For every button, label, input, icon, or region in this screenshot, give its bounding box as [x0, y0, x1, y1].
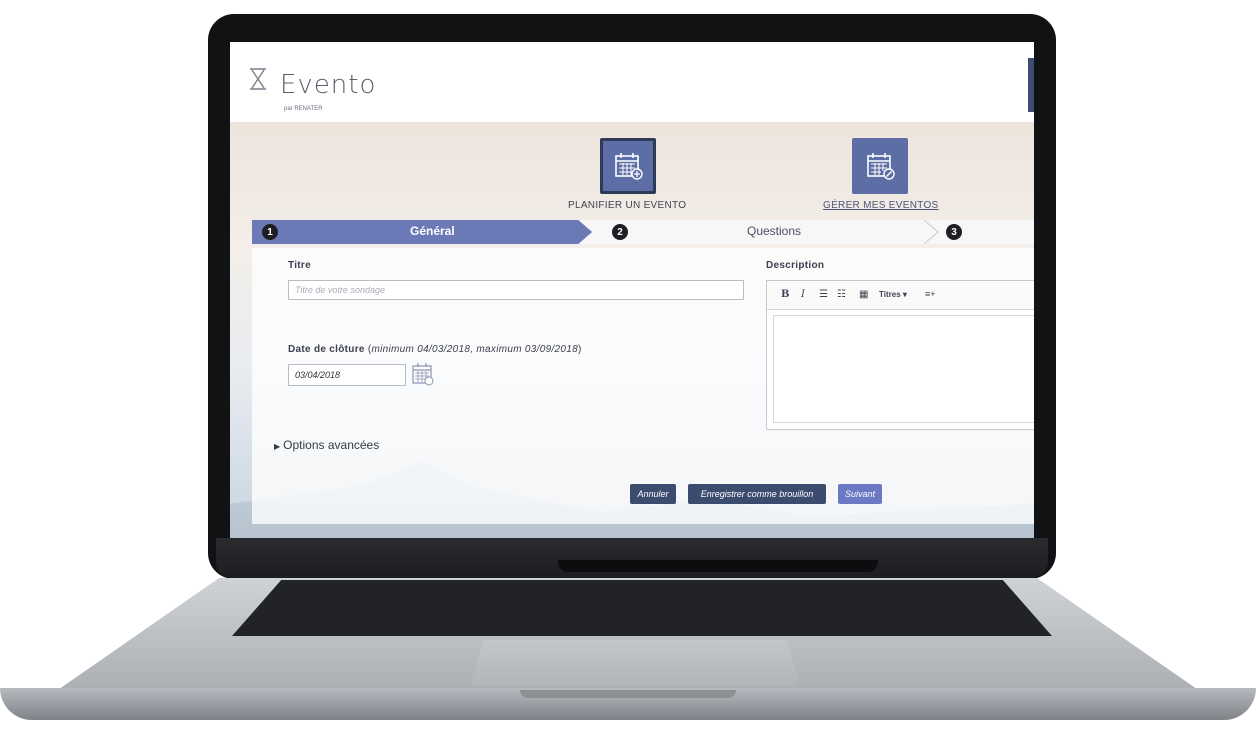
- key-row: [232, 612, 1052, 624]
- screen: Evento par RENATER PLANIFIER UN EVENTO G…: [230, 42, 1034, 538]
- table-icon[interactable]: ▦: [859, 289, 868, 300]
- calendar-plus-icon: [615, 153, 643, 180]
- plan-evento-card[interactable]: [600, 138, 656, 194]
- laptop-notch: [558, 560, 878, 572]
- closing-date-label-text: Date de clôture: [288, 344, 365, 355]
- header-accent-bar: [1028, 58, 1034, 112]
- title-input[interactable]: [288, 280, 744, 300]
- step-1-label[interactable]: Général: [410, 224, 455, 238]
- closing-date-label: Date de clôture (minimum 04/03/2018, max…: [288, 344, 582, 355]
- next-button[interactable]: Suivant: [838, 484, 882, 504]
- wizard-steps: 1 Général 2 Questions 3: [252, 220, 1034, 244]
- step-3-number: 3: [946, 224, 962, 240]
- trackpad: [470, 640, 800, 686]
- key-row: [232, 598, 1052, 610]
- cancel-button[interactable]: Annuler: [630, 484, 676, 504]
- plan-evento-label[interactable]: PLANIFIER UN EVENTO: [568, 200, 686, 211]
- step-separator: [923, 220, 939, 244]
- laptop-hinge: [216, 538, 1048, 578]
- italic-button[interactable]: I: [801, 289, 805, 300]
- editor-toolbar: B I ☰ ☷ ▦ Titres ▾ ≡+: [767, 281, 1034, 310]
- calendar-edit-icon: [867, 153, 895, 180]
- advanced-options-toggle[interactable]: ▶ Options avancées: [274, 438, 379, 452]
- closing-date-input[interactable]: [288, 364, 406, 386]
- manage-eventos-link[interactable]: GÉRER MES EVENTOS: [823, 200, 939, 211]
- closing-date-hint-close: ): [577, 344, 582, 355]
- hero-background: PLANIFIER UN EVENTO GÉRER MES EVENTOS 1 …: [230, 122, 1034, 538]
- description-label-text: Description: [766, 260, 825, 271]
- description-editor: B I ☰ ☷ ▦ Titres ▾ ≡+: [766, 280, 1034, 430]
- laptop-lip: [520, 690, 736, 698]
- hourglass-logo-icon: [250, 68, 266, 90]
- step-1-number: 1: [262, 224, 278, 240]
- manage-eventos-card[interactable]: [852, 138, 908, 194]
- general-form: Titre Date de clôture (minimum 04/03/201…: [252, 248, 1034, 524]
- bullet-list-icon[interactable]: ☰: [819, 289, 828, 300]
- headings-dropdown[interactable]: Titres ▾: [879, 290, 907, 299]
- caret-right-icon: ▶: [274, 442, 281, 451]
- app-logo-text[interactable]: Evento: [280, 70, 376, 100]
- description-label: Description: [766, 260, 824, 271]
- app-header: Evento par RENATER: [230, 42, 1034, 122]
- advanced-options-label: Options avancées: [283, 438, 380, 452]
- step-2-number: 2: [612, 224, 628, 240]
- description-textarea[interactable]: [773, 315, 1034, 423]
- calendar-picker-icon[interactable]: [412, 362, 434, 386]
- title-label: Titre: [288, 260, 311, 271]
- key-row: [232, 584, 1052, 596]
- more-icon[interactable]: ≡+: [925, 289, 936, 299]
- keyboard: [232, 580, 1052, 636]
- closing-date-hint: minimum 04/03/2018, maximum 03/09/2018: [371, 344, 578, 355]
- step-2-label[interactable]: Questions: [747, 224, 801, 238]
- save-draft-button[interactable]: Enregistrer comme brouillon: [688, 484, 826, 504]
- title-label-text: Titre: [288, 260, 311, 271]
- app-logo-subtext: par RENATER: [284, 106, 323, 112]
- bold-button[interactable]: B: [781, 289, 789, 300]
- numbered-list-icon[interactable]: ☷: [837, 289, 846, 300]
